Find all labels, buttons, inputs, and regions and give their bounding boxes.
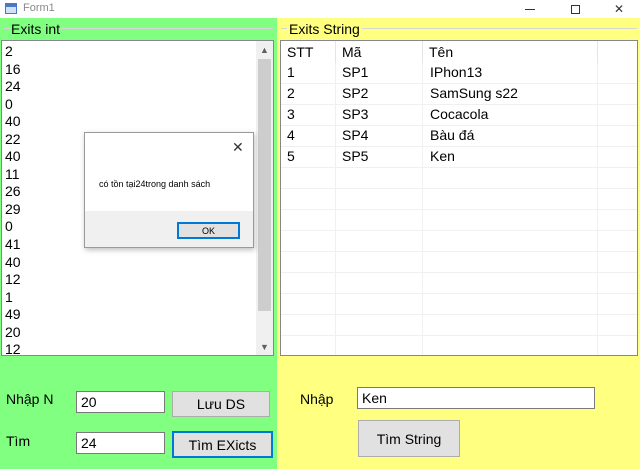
table-cell-ten: Bàu đá — [430, 127, 475, 143]
label-nhap-n: Nhập N — [6, 391, 54, 407]
close-button[interactable]: ✕ — [597, 0, 640, 18]
app-icon — [5, 3, 17, 14]
table-cell-stt: 4 — [287, 127, 295, 143]
table-row[interactable]: 2 SP2 SamSung s22 — [281, 84, 637, 105]
table-cell-ten: Cocacola — [430, 106, 489, 122]
product-listview[interactable]: STT Mã Tên 1 SP1 IPhon13 2 SP2 SamSung s22 3 SP… — [280, 40, 638, 356]
maximize-icon — [570, 4, 580, 14]
label-tim: Tìm — [6, 433, 31, 449]
table-cell-ten: IPhon13 — [430, 64, 483, 80]
list-item[interactable]: 20 — [5, 324, 21, 342]
list-item[interactable]: 0 — [5, 218, 21, 236]
table-cell-stt: 2 — [287, 85, 295, 101]
list-item[interactable]: 49 — [5, 306, 21, 324]
listview-header: STT Mã Tên — [281, 41, 637, 63]
table-row — [281, 231, 637, 252]
column-header-stt[interactable]: STT — [281, 41, 336, 63]
table-cell-ma: SP3 — [342, 106, 369, 122]
dialog-content-area — [85, 133, 253, 211]
dialog-ok-button[interactable]: OK — [177, 222, 240, 239]
table-row — [281, 252, 637, 273]
n-input[interactable] — [76, 391, 165, 413]
list-item[interactable]: 11 — [5, 166, 21, 184]
table-cell-ma: SP5 — [342, 148, 369, 164]
group-line — [4, 28, 10, 29]
scroll-down-icon[interactable]: ▼ — [256, 338, 273, 355]
table-cell-ma: SP2 — [342, 85, 369, 101]
scroll-up-icon[interactable]: ▲ — [256, 41, 273, 58]
vertical-scrollbar[interactable]: ▲ ▼ — [256, 41, 273, 355]
group-line — [281, 28, 287, 29]
find-string-input[interactable] — [357, 387, 595, 409]
minimize-button[interactable] — [508, 0, 552, 18]
group-line — [362, 28, 637, 29]
scroll-thumb[interactable] — [258, 59, 271, 311]
table-cell-stt: 3 — [287, 106, 295, 122]
column-header-ten[interactable]: Tên — [423, 41, 598, 63]
list-item[interactable]: 40 — [5, 254, 21, 272]
list-item[interactable]: 26 — [5, 183, 21, 201]
table-row — [281, 336, 637, 355]
list-item[interactable]: 12 — [5, 341, 21, 355]
table-row — [281, 315, 637, 336]
table-row — [281, 168, 637, 189]
window-title: Form1 — [23, 2, 55, 14]
find-int-input[interactable] — [76, 432, 165, 454]
table-row[interactable]: 3 SP3 Cocacola — [281, 105, 637, 126]
list-item[interactable]: 29 — [5, 201, 21, 219]
list-item[interactable]: 41 — [5, 236, 21, 254]
find-int-button[interactable]: Tìm EXicts — [172, 431, 273, 458]
list-item[interactable]: 16 — [5, 61, 21, 79]
table-cell-ma: SP4 — [342, 127, 369, 143]
list-item[interactable]: 40 — [5, 113, 21, 131]
list-item[interactable]: 24 — [5, 78, 21, 96]
list-item[interactable]: 1 — [5, 289, 21, 307]
table-cell-ten: SamSung s22 — [430, 85, 518, 101]
table-cell-stt: 5 — [287, 148, 295, 164]
table-cell-stt: 1 — [287, 64, 295, 80]
table-cell-ma: SP1 — [342, 64, 369, 80]
label-nhap: Nhập — [300, 391, 334, 407]
minimize-icon — [525, 8, 535, 10]
list-item[interactable]: 12 — [5, 271, 21, 289]
list-item[interactable]: 0 — [5, 96, 21, 114]
group-line — [60, 28, 273, 29]
table-row — [281, 189, 637, 210]
title-bar: Form1 ✕ — [0, 0, 640, 18]
list-item[interactable]: 40 — [5, 148, 21, 166]
table-row[interactable]: 1 SP1 IPhon13 — [281, 63, 637, 84]
save-list-button[interactable]: Lưu DS — [172, 391, 270, 417]
list-item[interactable]: 22 — [5, 131, 21, 149]
dialog-message: có tồn tại24trong danh sách — [99, 179, 211, 189]
column-header-ma[interactable]: Mã — [336, 41, 423, 63]
int-list-items: 2 16 24 0 40 22 40 11 26 29 0 41 40 12 1 49 20 12 — [5, 43, 21, 355]
table-row[interactable]: 5 SP5 Ken — [281, 147, 637, 168]
table-cell-ten: Ken — [430, 148, 455, 164]
table-row[interactable]: 4 SP4 Bàu đá — [281, 126, 637, 147]
int-group-title: Exits int — [11, 21, 61, 37]
list-item[interactable]: 2 — [5, 43, 21, 61]
message-dialog: ✕ có tồn tại24trong danh sách OK — [84, 132, 254, 248]
dialog-close-icon[interactable]: ✕ — [232, 139, 244, 156]
maximize-button[interactable] — [553, 0, 597, 18]
table-row — [281, 210, 637, 231]
table-row — [281, 273, 637, 294]
close-icon: ✕ — [613, 2, 625, 16]
table-row — [281, 294, 637, 315]
find-string-button[interactable]: Tìm String — [358, 420, 460, 457]
string-group-title: Exits String — [289, 21, 360, 37]
